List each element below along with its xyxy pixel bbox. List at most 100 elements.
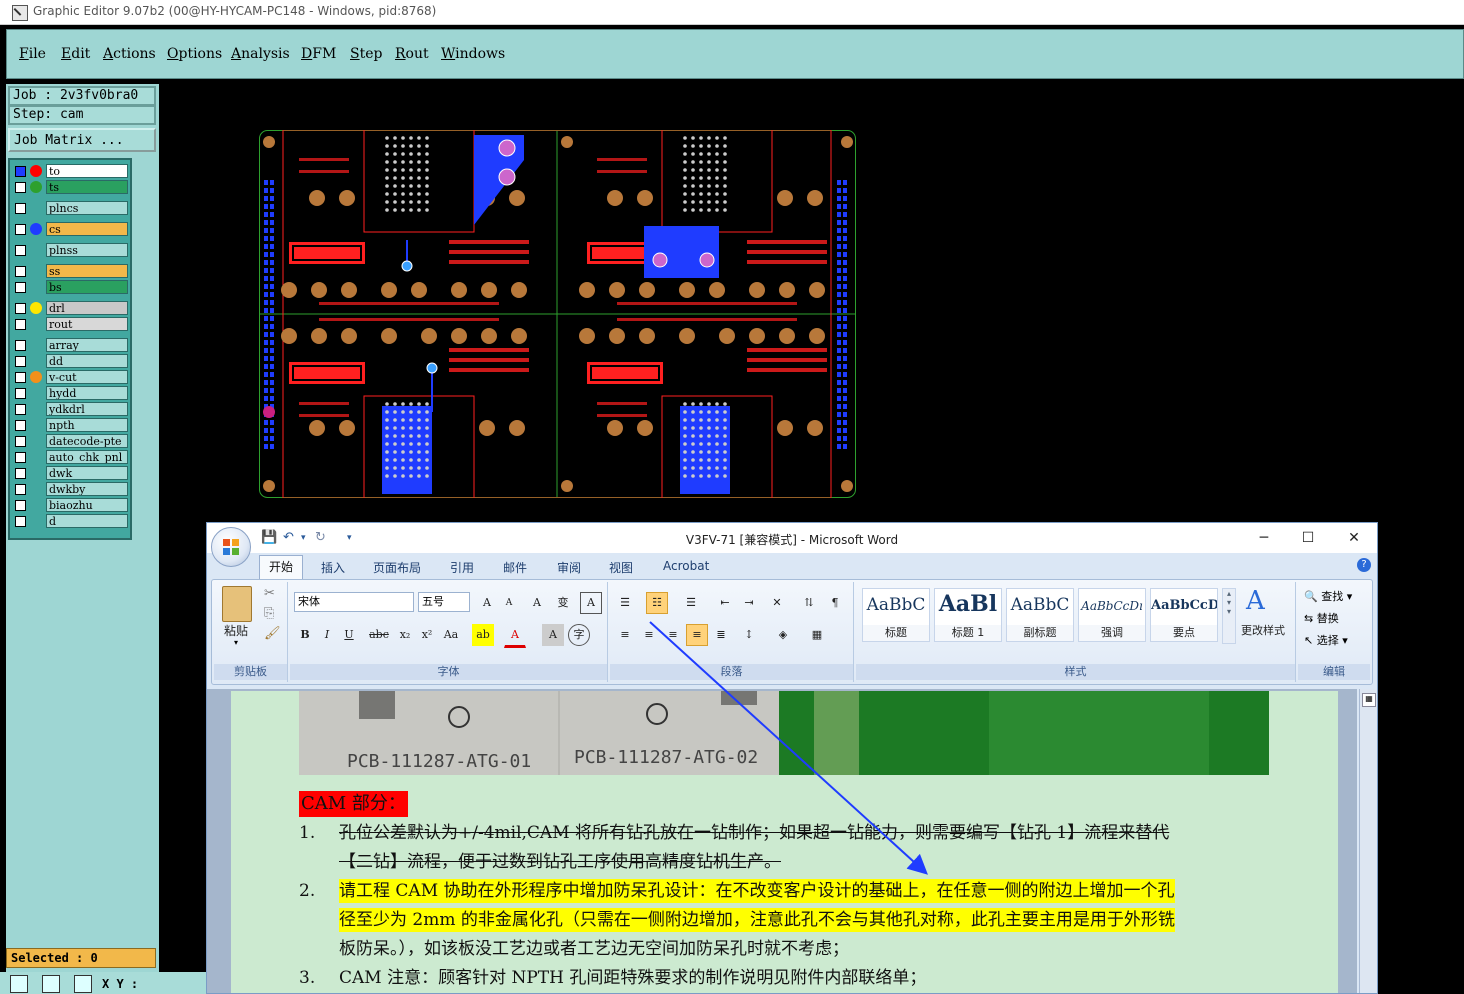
layer-color-dot[interactable] — [30, 181, 42, 193]
justify-icon[interactable]: ≡ — [686, 624, 708, 646]
layer-row-ts[interactable]: ts — [13, 180, 129, 195]
layer-checkbox[interactable] — [15, 388, 26, 399]
layer-checkbox[interactable] — [15, 282, 26, 293]
layer-color-dot[interactable] — [30, 165, 42, 177]
layer-name[interactable]: plnss — [46, 243, 128, 257]
change-styles-icon[interactable]: A — [1246, 586, 1265, 616]
tab-review[interactable]: 审阅 — [557, 559, 581, 576]
tab-references[interactable]: 引用 — [450, 559, 474, 576]
layer-row-cs[interactable]: cs — [13, 222, 129, 237]
sort-icon[interactable]: ⇅ — [798, 592, 820, 614]
bold-icon[interactable]: B — [294, 624, 316, 646]
layer-name[interactable]: d — [46, 514, 128, 528]
layer-row-v-cut[interactable]: v-cut — [13, 370, 129, 385]
layer-name[interactable]: dwkby — [46, 482, 128, 496]
office-button[interactable] — [211, 527, 251, 567]
grid-tool-icon[interactable] — [74, 975, 92, 993]
layer-checkbox[interactable] — [15, 468, 26, 479]
shrink-font-icon[interactable]: A — [498, 592, 520, 614]
layer-name[interactable]: plncs — [46, 201, 128, 215]
layer-color-dot[interactable] — [30, 223, 42, 235]
layer-name[interactable]: auto_chk_pnl — [46, 450, 128, 464]
layer-row-biaozhu[interactable]: biaozhu — [13, 498, 129, 513]
layer-checkbox[interactable] — [15, 203, 26, 214]
layer-name[interactable]: hydd — [46, 386, 128, 400]
style-strong[interactable]: AaBbCcD 要点 — [1150, 588, 1218, 642]
style-emphasis[interactable]: AaBbCcDı 强调 — [1078, 588, 1146, 642]
layer-checkbox[interactable] — [15, 224, 26, 235]
font-name-combo[interactable]: 宋体 — [294, 592, 414, 612]
layer-row-array[interactable]: array — [13, 338, 129, 353]
borders-icon[interactable]: ▦ — [806, 624, 828, 646]
minimize-button[interactable]: ─ — [1249, 527, 1279, 549]
paste-icon[interactable] — [222, 586, 252, 622]
show-marks-icon[interactable]: ¶ — [824, 592, 846, 614]
align-right-icon[interactable]: ≡ — [662, 624, 684, 646]
bullets-icon[interactable]: ☰ — [614, 592, 636, 614]
help-icon[interactable]: ? — [1357, 558, 1371, 572]
layer-checkbox[interactable] — [15, 420, 26, 431]
layer-name[interactable]: dd — [46, 354, 128, 368]
multilevel-list-icon[interactable]: ☰ — [680, 592, 702, 614]
layer-name[interactable]: npth — [46, 418, 128, 432]
italic-icon[interactable]: I — [316, 624, 338, 646]
strikethrough-icon[interactable]: abc — [368, 624, 390, 646]
layer-row-bs[interactable]: bs — [13, 280, 129, 295]
maximize-button[interactable]: ☐ — [1293, 527, 1323, 549]
select-button[interactable]: ↖ 选择 ▾ — [1304, 632, 1348, 648]
layer-row-dwkby[interactable]: dwkby — [13, 482, 129, 497]
layer-checkbox[interactable] — [15, 372, 26, 383]
menu-step[interactable]: Step — [350, 46, 382, 62]
layer-name[interactable]: to — [46, 164, 128, 178]
layer-row-dwk[interactable]: dwk — [13, 466, 129, 481]
layer-row-plnss[interactable]: plnss — [13, 243, 129, 258]
layer-name[interactable]: v-cut — [46, 370, 128, 384]
layer-name[interactable]: cs — [46, 222, 128, 236]
change-case-icon[interactable]: Aa — [440, 624, 462, 646]
layer-checkbox[interactable] — [15, 452, 26, 463]
shading-icon[interactable]: ◈ — [772, 624, 794, 646]
pcb-panel-view[interactable] — [259, 130, 856, 498]
copy-icon[interactable]: ⎘ — [264, 606, 274, 621]
decrease-indent-icon[interactable]: ⇤ — [714, 592, 736, 614]
layer-color-dot[interactable] — [30, 302, 42, 314]
layer-checkbox[interactable] — [15, 436, 26, 447]
job-matrix-button[interactable]: Job Matrix ... — [8, 128, 156, 152]
subscript-icon[interactable]: x₂ — [394, 624, 416, 646]
menu-analysis[interactable]: Analysis — [231, 46, 290, 62]
replace-button[interactable]: ⇆ 替换 — [1304, 610, 1339, 626]
superscript-icon[interactable]: x² — [416, 624, 438, 646]
tab-home[interactable]: 开始 — [259, 555, 303, 579]
tab-view[interactable]: 视图 — [609, 559, 633, 576]
layer-checkbox[interactable] — [15, 303, 26, 314]
layer-name[interactable]: dwk — [46, 466, 128, 480]
layer-row-plncs[interactable]: plncs — [13, 201, 129, 216]
tab-mailings[interactable]: 邮件 — [503, 559, 527, 576]
layer-row-to[interactable]: to — [13, 164, 129, 179]
paste-button[interactable]: 粘贴 — [224, 622, 248, 639]
phonetic-guide-icon[interactable]: 变 — [552, 592, 574, 614]
clear-format-icon[interactable]: A — [526, 592, 548, 614]
layer-row-hydd[interactable]: hydd — [13, 386, 129, 401]
menu-edit[interactable]: Edit — [61, 46, 90, 62]
numbering-icon[interactable]: ☷ — [646, 592, 668, 614]
layer-checkbox[interactable] — [15, 245, 26, 256]
menu-file[interactable]: File — [19, 46, 46, 62]
layer-row-ss[interactable]: ss — [13, 264, 129, 279]
font-color-icon[interactable]: A — [504, 624, 526, 648]
layer-name[interactable]: drl — [46, 301, 128, 315]
align-center-icon[interactable]: ≡ — [638, 624, 660, 646]
align-left-icon[interactable]: ≡ — [614, 624, 636, 646]
layer-checkbox[interactable] — [15, 356, 26, 367]
layer-row-dd[interactable]: dd — [13, 354, 129, 369]
layer-checkbox[interactable] — [15, 516, 26, 527]
distributed-icon[interactable]: ≣ — [710, 624, 732, 646]
layer-name[interactable]: array — [46, 338, 128, 352]
layer-name[interactable]: datecode-pte — [46, 434, 128, 448]
style-subtitle[interactable]: AaBbC 副标题 — [1006, 588, 1074, 642]
style-heading1[interactable]: AaBl 标题 1 — [934, 588, 1002, 642]
layer-checkbox[interactable] — [15, 166, 26, 177]
format-painter-icon[interactable]: 🖌 — [264, 626, 281, 641]
highlight-icon[interactable]: ab — [472, 624, 494, 646]
menu-rout[interactable]: Rout — [395, 46, 429, 62]
